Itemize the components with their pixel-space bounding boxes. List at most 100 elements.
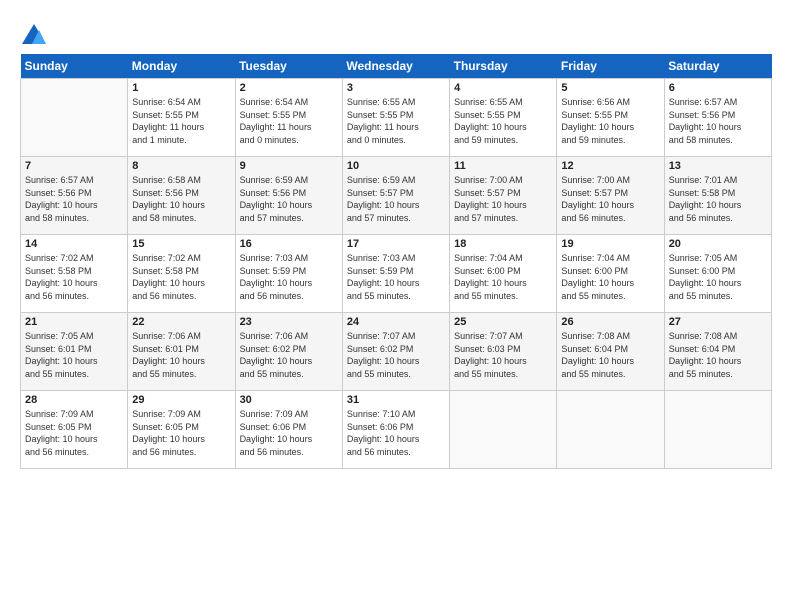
day-cell: 3 Sunrise: 6:55 AMSunset: 5:55 PMDaylight… <box>342 79 449 157</box>
day-info: Sunrise: 7:00 AMSunset: 5:57 PMDaylight:… <box>561 174 659 224</box>
page: SundayMondayTuesdayWednesdayThursdayFrid… <box>0 0 792 479</box>
day-number: 18 <box>454 238 552 250</box>
day-info: Sunrise: 7:01 AMSunset: 5:58 PMDaylight:… <box>669 174 767 224</box>
day-info: Sunrise: 7:04 AMSunset: 6:00 PMDaylight:… <box>454 252 552 302</box>
day-cell: 21 Sunrise: 7:05 AMSunset: 6:01 PMDayligh… <box>21 313 128 391</box>
header-cell-friday: Friday <box>557 54 664 79</box>
day-cell: 15Sunrise: 7:02 AMSunset: 5:58 PMDayligh… <box>128 235 235 313</box>
day-number: 13 <box>669 160 767 172</box>
day-number: 14 <box>25 238 123 250</box>
day-info: Sunrise: 7:03 AMSunset: 5:59 PMDaylight:… <box>240 252 338 302</box>
day-info: Sunrise: 6:59 AMSunset: 5:57 PMDaylight:… <box>347 174 445 224</box>
day-info: Sunrise: 6:55 AMSunset: 5:55 PMDaylight:… <box>347 96 445 146</box>
header <box>20 18 772 50</box>
day-cell: 27 Sunrise: 7:08 AMSunset: 6:04 PMDayligh… <box>664 313 771 391</box>
day-number: 21 <box>25 316 123 328</box>
header-cell-monday: Monday <box>128 54 235 79</box>
day-cell: 2 Sunrise: 6:54 AMSunset: 5:55 PMDaylight… <box>235 79 342 157</box>
day-number: 19 <box>561 238 659 250</box>
day-info: Sunrise: 7:10 AMSunset: 6:06 PMDaylight:… <box>347 408 445 458</box>
day-cell: 29 Sunrise: 7:09 AMSunset: 6:05 PMDayligh… <box>128 391 235 469</box>
day-number: 2 <box>240 82 338 94</box>
day-info: Sunrise: 6:57 AMSunset: 5:56 PMDaylight:… <box>669 96 767 146</box>
week-row-2: 7 Sunrise: 6:57 AMSunset: 5:56 PMDaylight… <box>21 157 772 235</box>
day-cell: 6 Sunrise: 6:57 AMSunset: 5:56 PMDaylight… <box>664 79 771 157</box>
day-number: 6 <box>669 82 767 94</box>
day-cell: 8 Sunrise: 6:58 AMSunset: 5:56 PMDaylight… <box>128 157 235 235</box>
day-number: 24 <box>347 316 445 328</box>
week-row-1: 1Sunrise: 6:54 AMSunset: 5:55 PMDaylight… <box>21 79 772 157</box>
logo-icon <box>20 22 48 50</box>
header-cell-saturday: Saturday <box>664 54 771 79</box>
calendar-table: SundayMondayTuesdayWednesdayThursdayFrid… <box>20 54 772 469</box>
day-number: 16 <box>240 238 338 250</box>
day-info: Sunrise: 7:08 AMSunset: 6:04 PMDaylight:… <box>669 330 767 380</box>
day-cell: 23 Sunrise: 7:06 AMSunset: 6:02 PMDayligh… <box>235 313 342 391</box>
day-number: 22 <box>132 316 230 328</box>
day-cell <box>557 391 664 469</box>
day-info: Sunrise: 7:09 AMSunset: 6:06 PMDaylight:… <box>240 408 338 458</box>
logo <box>20 22 51 50</box>
day-info: Sunrise: 7:07 AMSunset: 6:03 PMDaylight:… <box>454 330 552 380</box>
day-number: 29 <box>132 394 230 406</box>
day-info: Sunrise: 7:03 AMSunset: 5:59 PMDaylight:… <box>347 252 445 302</box>
day-info: Sunrise: 6:54 AMSunset: 5:55 PMDaylight:… <box>240 96 338 146</box>
day-number: 9 <box>240 160 338 172</box>
day-cell: 26 Sunrise: 7:08 AMSunset: 6:04 PMDayligh… <box>557 313 664 391</box>
day-info: Sunrise: 6:56 AMSunset: 5:55 PMDaylight:… <box>561 96 659 146</box>
day-info: Sunrise: 7:00 AMSunset: 5:57 PMDaylight:… <box>454 174 552 224</box>
day-info: Sunrise: 7:08 AMSunset: 6:04 PMDaylight:… <box>561 330 659 380</box>
day-cell: 4 Sunrise: 6:55 AMSunset: 5:55 PMDaylight… <box>450 79 557 157</box>
day-cell: 18 Sunrise: 7:04 AMSunset: 6:00 PMDayligh… <box>450 235 557 313</box>
day-number: 30 <box>240 394 338 406</box>
day-cell: 20Sunrise: 7:05 AMSunset: 6:00 PMDayligh… <box>664 235 771 313</box>
day-cell: 31 Sunrise: 7:10 AMSunset: 6:06 PMDayligh… <box>342 391 449 469</box>
day-cell: 19 Sunrise: 7:04 AMSunset: 6:00 PMDayligh… <box>557 235 664 313</box>
day-cell: 14 Sunrise: 7:02 AMSunset: 5:58 PMDayligh… <box>21 235 128 313</box>
day-info: Sunrise: 6:59 AMSunset: 5:56 PMDaylight:… <box>240 174 338 224</box>
day-number: 23 <box>240 316 338 328</box>
day-number: 3 <box>347 82 445 94</box>
day-info: Sunrise: 7:09 AMSunset: 6:05 PMDaylight:… <box>132 408 230 458</box>
day-cell: 16 Sunrise: 7:03 AMSunset: 5:59 PMDayligh… <box>235 235 342 313</box>
day-number: 26 <box>561 316 659 328</box>
day-number: 11 <box>454 160 552 172</box>
day-info: Sunrise: 7:06 AMSunset: 6:02 PMDaylight:… <box>240 330 338 380</box>
day-info: Sunrise: 6:57 AMSunset: 5:56 PMDaylight:… <box>25 174 123 224</box>
header-cell-sunday: Sunday <box>21 54 128 79</box>
day-info: Sunrise: 7:02 AMSunset: 5:58 PMDaylight:… <box>132 252 230 302</box>
header-cell-thursday: Thursday <box>450 54 557 79</box>
day-info: Sunrise: 7:04 AMSunset: 6:00 PMDaylight:… <box>561 252 659 302</box>
day-cell: 12 Sunrise: 7:00 AMSunset: 5:57 PMDayligh… <box>557 157 664 235</box>
day-cell: 1Sunrise: 6:54 AMSunset: 5:55 PMDaylight… <box>128 79 235 157</box>
day-number: 27 <box>669 316 767 328</box>
day-info: Sunrise: 6:55 AMSunset: 5:55 PMDaylight:… <box>454 96 552 146</box>
day-cell: 9 Sunrise: 6:59 AMSunset: 5:56 PMDaylight… <box>235 157 342 235</box>
day-number: 28 <box>25 394 123 406</box>
day-info: Sunrise: 7:09 AMSunset: 6:05 PMDaylight:… <box>25 408 123 458</box>
day-number: 31 <box>347 394 445 406</box>
day-cell: 17Sunrise: 7:03 AMSunset: 5:59 PMDayligh… <box>342 235 449 313</box>
day-cell: 13 Sunrise: 7:01 AMSunset: 5:58 PMDayligh… <box>664 157 771 235</box>
week-row-4: 21 Sunrise: 7:05 AMSunset: 6:01 PMDayligh… <box>21 313 772 391</box>
day-info: Sunrise: 7:05 AMSunset: 6:01 PMDaylight:… <box>25 330 123 380</box>
week-row-3: 14 Sunrise: 7:02 AMSunset: 5:58 PMDayligh… <box>21 235 772 313</box>
day-number: 8 <box>132 160 230 172</box>
day-info: Sunrise: 7:05 AMSunset: 6:00 PMDaylight:… <box>669 252 767 302</box>
day-number: 4 <box>454 82 552 94</box>
week-row-5: 28 Sunrise: 7:09 AMSunset: 6:05 PMDayligh… <box>21 391 772 469</box>
day-cell: 22 Sunrise: 7:06 AMSunset: 6:01 PMDayligh… <box>128 313 235 391</box>
day-info: Sunrise: 6:58 AMSunset: 5:56 PMDaylight:… <box>132 174 230 224</box>
day-cell: 25 Sunrise: 7:07 AMSunset: 6:03 PMDayligh… <box>450 313 557 391</box>
day-info: Sunrise: 7:06 AMSunset: 6:01 PMDaylight:… <box>132 330 230 380</box>
day-info: Sunrise: 7:02 AMSunset: 5:58 PMDaylight:… <box>25 252 123 302</box>
day-number: 12 <box>561 160 659 172</box>
day-number: 25 <box>454 316 552 328</box>
header-row: SundayMondayTuesdayWednesdayThursdayFrid… <box>21 54 772 79</box>
day-cell <box>664 391 771 469</box>
day-cell: 7 Sunrise: 6:57 AMSunset: 5:56 PMDaylight… <box>21 157 128 235</box>
day-number: 7 <box>25 160 123 172</box>
day-info: Sunrise: 7:07 AMSunset: 6:02 PMDaylight:… <box>347 330 445 380</box>
day-cell: 5Sunrise: 6:56 AMSunset: 5:55 PMDaylight… <box>557 79 664 157</box>
day-cell: 30 Sunrise: 7:09 AMSunset: 6:06 PMDayligh… <box>235 391 342 469</box>
